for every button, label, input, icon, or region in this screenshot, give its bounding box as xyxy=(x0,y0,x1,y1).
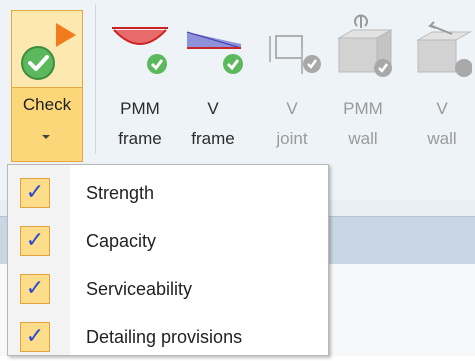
check-button-label[interactable]: Check xyxy=(12,95,82,115)
menu-item-serviceability[interactable]: ✓ Serviceability xyxy=(8,265,328,313)
chevron-down-icon[interactable] xyxy=(42,135,50,139)
v-wall-label-line2: wall xyxy=(427,129,457,148)
menu-item-label[interactable]: Capacity xyxy=(86,217,156,265)
v-frame-label-line2: frame xyxy=(191,129,235,148)
v-joint-label-line2: joint xyxy=(276,129,308,148)
pmm-wall-label-line1: PMM xyxy=(343,99,383,118)
pmm-frame-label-line1: PMM xyxy=(120,99,160,118)
pmm-wall-button[interactable]: PMM wall xyxy=(333,10,393,160)
pmm-wall-icon xyxy=(337,14,393,77)
pmm-frame-icon xyxy=(112,27,168,74)
pmm-frame-button[interactable]: PMM frame xyxy=(110,10,170,160)
checkmark-icon[interactable]: ✓ xyxy=(20,322,50,352)
v-joint-button[interactable]: V joint xyxy=(262,10,322,160)
v-frame-icon xyxy=(186,31,243,74)
v-wall-button[interactable]: V wall xyxy=(412,10,472,160)
menu-item-strength[interactable]: ✓ Strength xyxy=(8,169,328,217)
checkmark-icon[interactable]: ✓ xyxy=(20,178,50,208)
pmm-wall-label-line2: wall xyxy=(348,129,378,148)
menu-item-detailing-provisions[interactable]: ✓ Detailing provisions xyxy=(8,313,328,361)
check-button[interactable]: Check xyxy=(11,10,83,162)
menu-item-label[interactable]: Strength xyxy=(86,169,154,217)
menu-item-label[interactable]: Serviceability xyxy=(86,265,192,313)
v-joint-label-line1: V xyxy=(286,99,298,118)
check-dropdown-menu: ✓ Strength ✓ Capacity ✓ Serviceability ✓… xyxy=(7,164,329,356)
check-button-icon-area[interactable] xyxy=(12,11,82,88)
ribbon-separator xyxy=(95,4,96,154)
menu-item-capacity[interactable]: ✓ Capacity xyxy=(8,217,328,265)
v-wall-label-line1: V xyxy=(436,99,448,118)
v-frame-button[interactable]: V frame xyxy=(183,10,243,160)
v-frame-label-line1: V xyxy=(207,99,219,118)
menu-item-label[interactable]: Detailing provisions xyxy=(86,313,242,361)
checkmark-icon[interactable]: ✓ xyxy=(20,226,50,256)
v-joint-icon xyxy=(269,35,321,74)
pmm-frame-label-line2: frame xyxy=(118,129,162,148)
checkmark-icon[interactable]: ✓ xyxy=(20,274,50,304)
check-circle-flag-icon xyxy=(21,23,76,80)
v-wall-icon xyxy=(416,21,472,77)
